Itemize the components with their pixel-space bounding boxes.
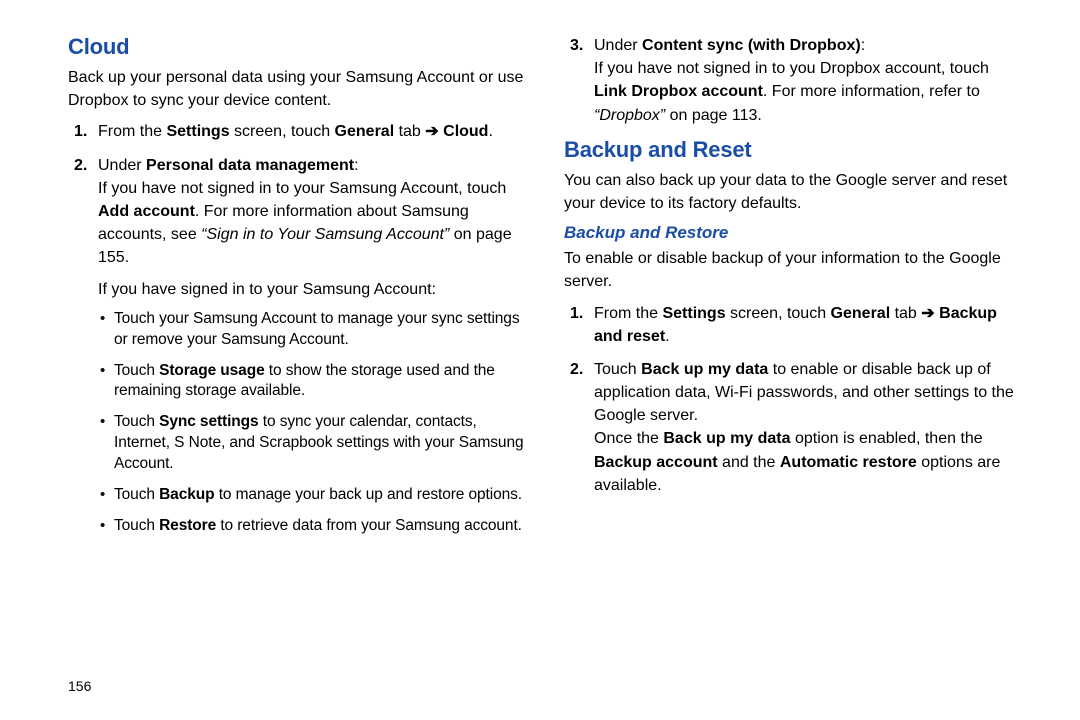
text: Once the bbox=[594, 430, 663, 447]
heading-backup-reset: Backup and Reset bbox=[564, 137, 1020, 163]
br-step-2-para2: Once the Back up my data option is enabl… bbox=[594, 427, 1020, 497]
step2-para1: If you have not signed in to your Samsun… bbox=[98, 177, 524, 270]
heading-cloud: Cloud bbox=[68, 34, 524, 60]
bold: Storage usage bbox=[159, 362, 265, 379]
bold: Restore bbox=[159, 517, 216, 534]
step3-para1: If you have not signed in to you Dropbox… bbox=[594, 57, 1020, 127]
bold: Backup account bbox=[594, 454, 718, 471]
text: Touch bbox=[114, 362, 159, 379]
text: to manage your back up and restore optio… bbox=[214, 486, 522, 503]
bold: Backup bbox=[159, 486, 214, 503]
bold: Content sync (with Dropbox) bbox=[642, 37, 861, 54]
text: If you have not signed in to your Samsun… bbox=[98, 180, 506, 197]
cloud-step-1: From the Settings screen, touch General … bbox=[68, 120, 524, 143]
text: on page 113. bbox=[665, 107, 762, 124]
text: Touch bbox=[114, 517, 159, 534]
text: option is enabled, then the bbox=[791, 430, 983, 447]
bullet-4: Touch Backup to manage your back up and … bbox=[98, 485, 524, 506]
cloud-intro: Back up your personal data using your Sa… bbox=[68, 66, 524, 112]
br-step-2: Touch Back up my data to enable or disab… bbox=[564, 358, 1020, 497]
text: From the bbox=[594, 305, 662, 322]
bold: General bbox=[335, 123, 395, 140]
bold: General bbox=[831, 305, 891, 322]
left-column: Cloud Back up your personal data using y… bbox=[68, 34, 524, 547]
bullet-5: Touch Restore to retrieve data from your… bbox=[98, 516, 524, 537]
bullet-3: Touch Sync settings to sync your calenda… bbox=[98, 412, 524, 475]
bold: Back up my data bbox=[663, 430, 790, 447]
arrow-icon: ➔ bbox=[921, 305, 934, 322]
text: Under bbox=[98, 157, 146, 174]
bullet-1: Touch your Samsung Account to manage you… bbox=[98, 309, 524, 351]
page-number: 156 bbox=[68, 678, 91, 694]
text: . bbox=[665, 328, 669, 345]
text: : bbox=[861, 37, 865, 54]
step2-bullets: Touch your Samsung Account to manage you… bbox=[98, 309, 524, 537]
text: tab bbox=[890, 305, 921, 322]
step2-para2: If you have signed in to your Samsung Ac… bbox=[98, 278, 524, 301]
bold: Add account bbox=[98, 203, 195, 220]
bold: Sync settings bbox=[159, 413, 258, 430]
text: Under bbox=[594, 37, 642, 54]
text: From the bbox=[98, 123, 166, 140]
bold: Settings bbox=[662, 305, 725, 322]
backup-restore-steps: From the Settings screen, touch General … bbox=[564, 302, 1020, 498]
cloud-step-3: Under Content sync (with Dropbox): If yo… bbox=[564, 34, 1020, 127]
cloud-steps-continued: Under Content sync (with Dropbox): If yo… bbox=[564, 34, 1020, 127]
bullet-2: Touch Storage usage to show the storage … bbox=[98, 361, 524, 403]
right-column: Under Content sync (with Dropbox): If yo… bbox=[564, 34, 1020, 547]
text: Touch bbox=[114, 486, 159, 503]
text: If you have not signed in to you Dropbox… bbox=[594, 60, 989, 77]
text: Touch bbox=[594, 361, 641, 378]
bold: Personal data management bbox=[146, 157, 354, 174]
text: tab bbox=[394, 123, 425, 140]
italic: “Sign in to Your Samsung Account” bbox=[201, 226, 449, 243]
cloud-step-2: Under Personal data management: If you h… bbox=[68, 154, 524, 537]
text: : bbox=[354, 157, 358, 174]
bold: Cloud bbox=[439, 123, 489, 140]
subheading-backup-restore: Backup and Restore bbox=[564, 223, 1020, 243]
text: . For more information, refer to bbox=[763, 83, 980, 100]
text: to retrieve data from your Samsung accou… bbox=[216, 517, 522, 534]
text: Touch bbox=[114, 413, 159, 430]
text: and the bbox=[718, 454, 780, 471]
text: screen, touch bbox=[230, 123, 335, 140]
italic: “Dropbox” bbox=[594, 107, 665, 124]
text: . bbox=[488, 123, 492, 140]
backup-reset-intro: You can also back up your data to the Go… bbox=[564, 169, 1020, 215]
br-step-1: From the Settings screen, touch General … bbox=[564, 302, 1020, 348]
bold: Back up my data bbox=[641, 361, 768, 378]
arrow-icon: ➔ bbox=[425, 123, 438, 140]
two-column-layout: Cloud Back up your personal data using y… bbox=[68, 34, 1020, 547]
manual-page: Cloud Back up your personal data using y… bbox=[0, 0, 1080, 720]
bold: Automatic restore bbox=[780, 454, 917, 471]
cloud-steps: From the Settings screen, touch General … bbox=[68, 120, 524, 537]
bold: Link Dropbox account bbox=[594, 83, 763, 100]
text: screen, touch bbox=[726, 305, 831, 322]
bold: Settings bbox=[166, 123, 229, 140]
backup-restore-intro: To enable or disable backup of your info… bbox=[564, 247, 1020, 293]
